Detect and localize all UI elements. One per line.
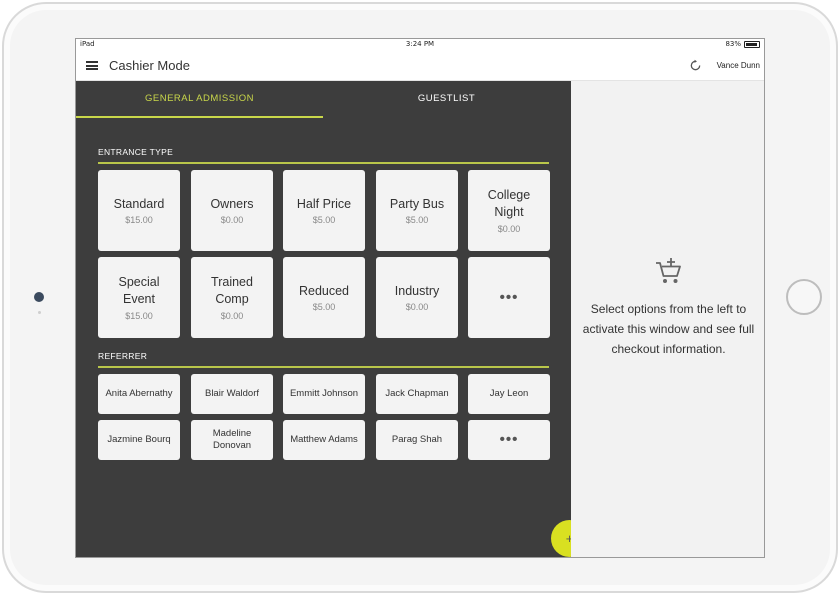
page-title: Cashier Mode bbox=[109, 58, 190, 73]
tile-name: Reduced bbox=[298, 283, 350, 298]
battery-percent: 83% bbox=[725, 40, 741, 48]
tile-price: $0.00 bbox=[220, 310, 244, 321]
tile-price: $0.00 bbox=[220, 215, 244, 226]
entrance-type-label: ENTRANCE TYPE bbox=[98, 147, 174, 157]
sync-icon[interactable] bbox=[689, 59, 702, 72]
entrance-divider bbox=[98, 162, 549, 164]
tile-price: $5.00 bbox=[405, 215, 429, 226]
user-name[interactable]: Vance Dunn bbox=[717, 61, 760, 70]
tile-price: $0.00 bbox=[405, 302, 429, 313]
referrer-button[interactable]: Blair Waldorf bbox=[191, 374, 273, 414]
home-button[interactable] bbox=[786, 279, 822, 315]
tile-name: College Night bbox=[487, 188, 531, 219]
referrer-button[interactable]: Jay Leon bbox=[468, 374, 550, 414]
tab-general-admission[interactable]: GENERAL ADMISSION bbox=[76, 81, 323, 118]
menu-icon[interactable] bbox=[86, 61, 98, 70]
referrer-button[interactable]: Madeline Donovan bbox=[191, 420, 273, 460]
camera-icon bbox=[34, 292, 44, 302]
entrance-tile[interactable]: Special Event $15.00 bbox=[98, 257, 180, 338]
entrance-tile[interactable]: Owners $0.00 bbox=[191, 170, 273, 251]
entrance-tile[interactable]: Party Bus $5.00 bbox=[376, 170, 458, 251]
tile-price: $15.00 bbox=[125, 310, 153, 321]
tile-name: Industry bbox=[394, 283, 440, 298]
tile-name: Half Price bbox=[296, 196, 352, 211]
checkout-panel: Select options from the left to activate… bbox=[571, 81, 764, 557]
sensor-dot bbox=[38, 311, 41, 314]
referrer-button[interactable]: Anita Abernathy bbox=[98, 374, 180, 414]
entrance-tile[interactable]: Industry $0.00 bbox=[376, 257, 458, 338]
screen: iPad 3:24 PM 83% Cashier Mode Vance Dunn… bbox=[75, 38, 765, 558]
checkout-message: Select options from the left to activate… bbox=[582, 302, 755, 356]
tab-guestlist[interactable]: GUESTLIST bbox=[323, 81, 570, 118]
entrance-tile[interactable]: Half Price $5.00 bbox=[283, 170, 365, 251]
entrance-tile[interactable]: College Night $0.00 bbox=[468, 170, 550, 251]
more-entrance-types-button[interactable]: ••• bbox=[468, 257, 550, 338]
status-bar: iPad 3:24 PM 83% bbox=[76, 39, 764, 51]
referrer-label: REFERRER bbox=[98, 351, 148, 361]
app-header: Cashier Mode Vance Dunn bbox=[76, 51, 764, 81]
referrer-button[interactable]: Jazmine Bourq bbox=[98, 420, 180, 460]
more-referrers-button[interactable]: ••• bbox=[468, 420, 550, 460]
tile-name: Standard bbox=[113, 196, 165, 211]
tile-name: Party Bus bbox=[389, 196, 445, 211]
referrer-button[interactable]: Emmitt Johnson bbox=[283, 374, 365, 414]
tile-price: $5.00 bbox=[312, 215, 336, 226]
tile-name: Trained Comp bbox=[211, 275, 253, 306]
tile-price: $15.00 bbox=[125, 215, 153, 226]
entrance-tile[interactable]: Standard $15.00 bbox=[98, 170, 180, 251]
tile-name: Owners bbox=[210, 196, 254, 211]
battery-icon bbox=[744, 40, 760, 48]
entrance-tile[interactable]: Trained Comp $0.00 bbox=[191, 257, 273, 338]
tile-name: Special Event bbox=[118, 275, 160, 306]
tab-bar: GENERAL ADMISSION GUESTLIST bbox=[76, 81, 571, 118]
referrer-divider bbox=[98, 366, 549, 368]
tile-price: $5.00 bbox=[312, 302, 336, 313]
admission-panel: GENERAL ADMISSION GUESTLIST ENTRANCE TYP… bbox=[76, 81, 588, 557]
add-to-cart-icon bbox=[656, 258, 681, 283]
referrer-button[interactable]: Matthew Adams bbox=[283, 420, 365, 460]
status-right: 83% bbox=[725, 40, 760, 48]
referrer-button[interactable]: Parag Shah bbox=[376, 420, 458, 460]
entrance-tile[interactable]: Reduced $5.00 bbox=[283, 257, 365, 338]
more-icon: ••• bbox=[499, 289, 519, 306]
tile-price: $0.00 bbox=[497, 223, 521, 234]
status-time: 3:24 PM bbox=[405, 40, 435, 48]
referrer-button[interactable]: Jack Chapman bbox=[376, 374, 458, 414]
